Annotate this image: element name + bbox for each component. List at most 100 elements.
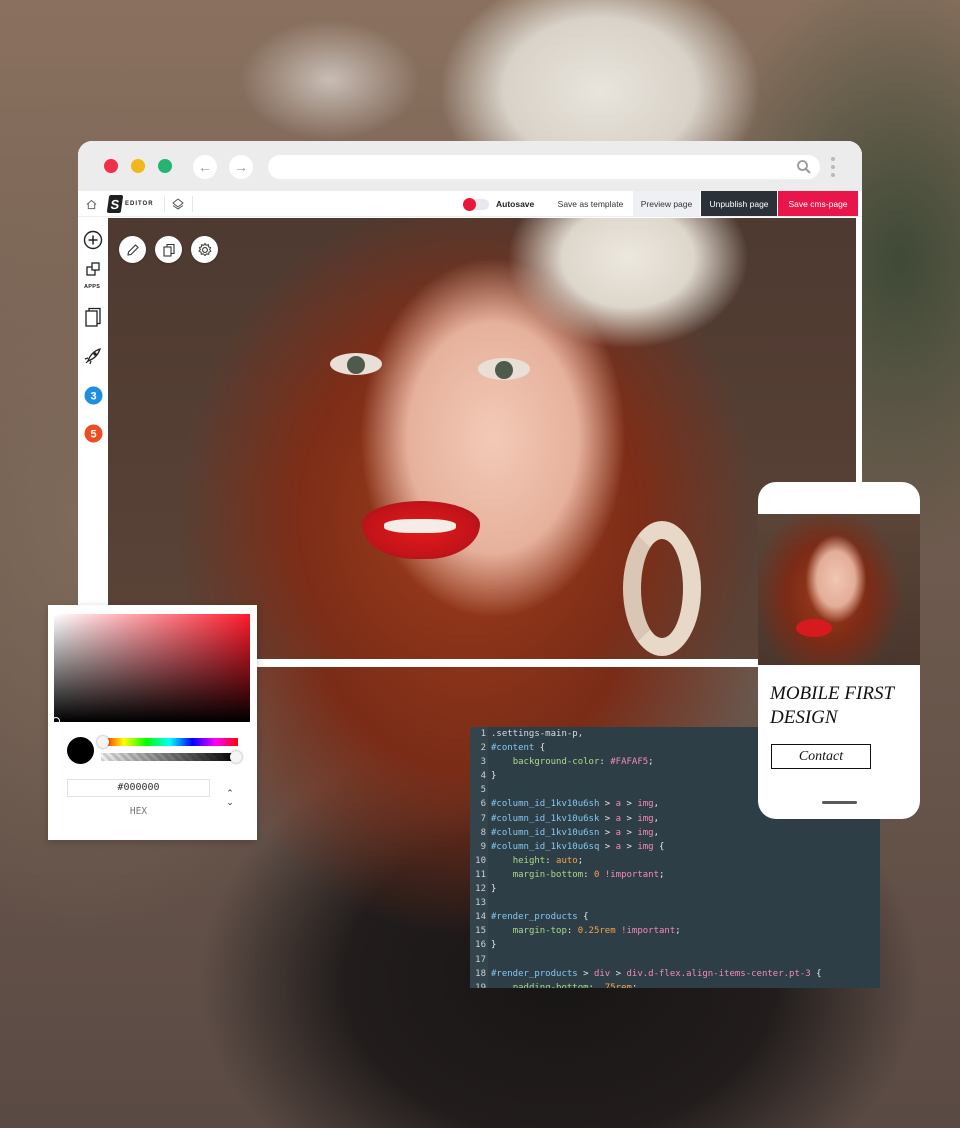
close-window-dot[interactable] bbox=[104, 159, 118, 173]
pencil-icon[interactable] bbox=[119, 236, 146, 263]
code-line: 12} bbox=[470, 882, 822, 896]
minimize-window-dot[interactable] bbox=[131, 159, 145, 173]
mode-toggle-chevrons-icon[interactable]: ⌃ ⌄ bbox=[224, 789, 236, 811]
code-token: { bbox=[577, 912, 589, 923]
editor-logo[interactable]: S EDITOR bbox=[106, 195, 158, 213]
code-token: ; bbox=[659, 869, 665, 880]
code-token: > bbox=[621, 827, 638, 838]
css3-icon[interactable]: 3 bbox=[83, 385, 103, 405]
home-icon[interactable] bbox=[86, 199, 97, 210]
toolbar-divider bbox=[192, 196, 193, 212]
code-token: > bbox=[599, 827, 616, 838]
code-token: : bbox=[566, 926, 578, 937]
canvas-lips bbox=[362, 501, 480, 559]
saturation-value-area[interactable] bbox=[54, 614, 250, 722]
color-swatch bbox=[67, 737, 94, 764]
editor-canvas[interactable] bbox=[108, 218, 856, 659]
kebab-menu-icon[interactable] bbox=[830, 155, 836, 179]
line-number: 18 bbox=[475, 968, 486, 979]
canvas-earring bbox=[623, 521, 701, 656]
code-token: #FAFAF5 bbox=[610, 757, 649, 768]
autosave-toggle[interactable] bbox=[463, 198, 489, 211]
editor-toolbar: S EDITOR Autosave Save as template Previ… bbox=[78, 191, 862, 217]
save-cms-page-button[interactable]: Save cms-page bbox=[778, 191, 858, 216]
code-line: 19 padding-bottom: .75rem; bbox=[470, 981, 822, 988]
forward-arrow-icon[interactable]: → bbox=[229, 155, 253, 179]
toolbar-divider bbox=[164, 196, 165, 212]
code-token: img bbox=[637, 841, 654, 852]
code-token: > bbox=[610, 968, 627, 979]
code-line: 18 #render_products > div > div.d-flex.al… bbox=[470, 967, 821, 981]
code-line: 11 margin-bottom: 0 !important; bbox=[470, 868, 822, 882]
add-circle-icon[interactable] bbox=[83, 230, 103, 250]
maximize-window-dot[interactable] bbox=[158, 159, 172, 173]
line-number: 13 bbox=[475, 898, 486, 909]
code-line: 10 height: auto; bbox=[470, 854, 822, 868]
autosave-label: Autosave bbox=[496, 199, 535, 209]
code-line: 17 bbox=[470, 953, 822, 967]
rocket-icon[interactable] bbox=[83, 346, 103, 366]
code-line: 13 bbox=[470, 896, 822, 910]
code-token: } bbox=[491, 940, 497, 951]
canvas-eye-left bbox=[330, 353, 382, 375]
code-token: #column_id_1kv10u6sn bbox=[491, 827, 600, 838]
copy-icon[interactable] bbox=[155, 236, 182, 263]
code-token: , bbox=[653, 799, 660, 810]
code-token: ; bbox=[631, 982, 638, 988]
address-bar[interactable] bbox=[268, 155, 820, 179]
code-token: } bbox=[491, 884, 497, 895]
contact-button[interactable]: Contact bbox=[771, 744, 871, 769]
hue-slider-handle[interactable] bbox=[97, 736, 109, 748]
code-token: #column_id_1kv10u6sq bbox=[491, 841, 600, 852]
line-number: 17 bbox=[475, 954, 486, 965]
mobile-photo bbox=[758, 514, 920, 665]
line-number: 4 bbox=[480, 771, 486, 782]
code-token: img bbox=[637, 827, 654, 838]
code-token: #column_id_1kv10u6sk bbox=[491, 813, 600, 824]
code-token: padding-bottom bbox=[512, 982, 589, 988]
code-token: > bbox=[621, 799, 638, 810]
save-as-template-button[interactable]: Save as template bbox=[548, 191, 633, 216]
browser-chrome: ← → bbox=[78, 141, 862, 191]
back-arrow-icon[interactable]: ← bbox=[193, 155, 217, 179]
code-token: background-color bbox=[512, 757, 600, 768]
line-number: 5 bbox=[480, 785, 486, 796]
code-token: .75rem bbox=[599, 982, 632, 988]
code-token: !important bbox=[604, 869, 660, 880]
code-token: ; bbox=[675, 926, 681, 937]
search-icon[interactable] bbox=[796, 159, 812, 175]
alpha-slider-handle[interactable] bbox=[230, 751, 242, 763]
svg-text:5: 5 bbox=[90, 428, 96, 440]
code-token: > bbox=[621, 841, 638, 852]
pages-icon[interactable] bbox=[83, 307, 103, 328]
code-token: , bbox=[653, 813, 660, 824]
code-token: : bbox=[545, 855, 557, 866]
preview-page-button[interactable]: Preview page bbox=[633, 191, 700, 216]
hue-slider[interactable] bbox=[101, 738, 238, 746]
settings-icon[interactable] bbox=[191, 236, 218, 263]
code-line: 14 #render_products { bbox=[470, 910, 822, 924]
mobile-preview: MOBILE FIRST DESIGN Contact bbox=[758, 482, 920, 819]
code-token: .settings-main-p, bbox=[491, 729, 584, 739]
layers-icon[interactable] bbox=[172, 198, 184, 210]
code-line: 15 margin-top: 0.25rem !important; bbox=[470, 924, 822, 938]
code-token: height bbox=[512, 855, 546, 866]
alpha-slider[interactable] bbox=[101, 753, 238, 761]
line-number: 16 bbox=[475, 940, 486, 951]
code-token: auto bbox=[556, 855, 578, 866]
code-line: 8 #column_id_1kv10u6sn > a > img, bbox=[470, 826, 822, 840]
hex-mode-label: HEX bbox=[129, 806, 148, 817]
mobile-photo-lips bbox=[796, 619, 832, 637]
unpublish-page-button[interactable]: Unpublish page bbox=[701, 191, 777, 216]
canvas-eye-right bbox=[478, 358, 530, 380]
hex-input[interactable]: #000000 bbox=[67, 779, 210, 797]
saturation-handle[interactable] bbox=[52, 717, 60, 725]
apps-icon[interactable] bbox=[83, 260, 103, 280]
line-number: 1 bbox=[480, 729, 486, 739]
code-token: : bbox=[588, 982, 600, 988]
html5-icon[interactable]: 5 bbox=[83, 423, 103, 443]
